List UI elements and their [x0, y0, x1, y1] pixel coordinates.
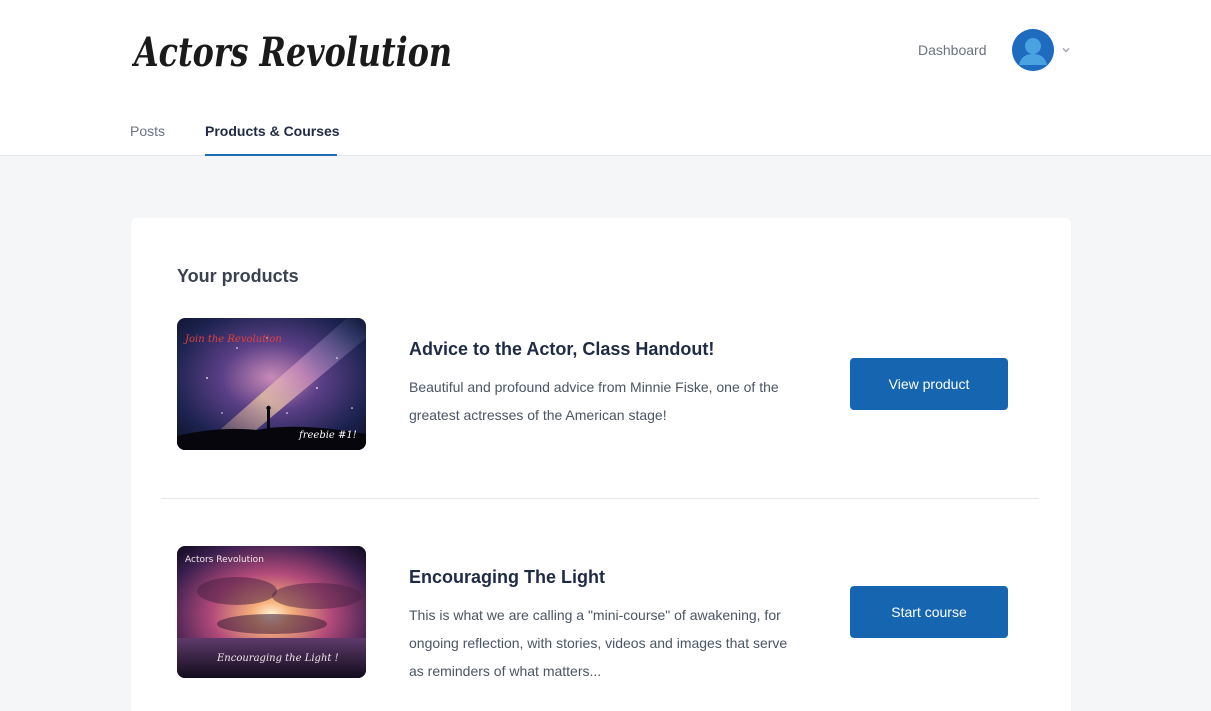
dashboard-link[interactable]: Dashboard	[918, 40, 987, 60]
start-course-button[interactable]: Start course	[850, 586, 1008, 638]
section-title: Your products	[177, 266, 299, 286]
products-card: Your products Join the Revolution freebi…	[131, 218, 1071, 711]
tab-posts[interactable]: Posts	[130, 122, 165, 140]
user-avatar-icon[interactable]	[1012, 29, 1054, 71]
chevron-down-icon[interactable]	[1060, 44, 1072, 56]
product-title[interactable]: Encouraging The Light	[409, 566, 605, 588]
tab-products-courses[interactable]: Products & Courses	[205, 122, 340, 140]
product-description: Beautiful and profound advice from Minni…	[409, 379, 779, 423]
active-tab-indicator	[205, 154, 337, 156]
thumb-caption-top: Actors Revolution	[185, 555, 264, 565]
thumb-caption-top: Join the Revolution	[183, 334, 282, 345]
thumb-caption-bottom: Encouraging the Light !	[216, 653, 339, 664]
divider	[161, 498, 1039, 499]
logo[interactable]: Actors Revolution	[132, 22, 458, 78]
product-thumbnail[interactable]: Join the Revolution freebie #1!	[177, 318, 366, 450]
product-item: Actors Revolution Encouraging the Light …	[131, 546, 1071, 711]
product-description: This is what we are calling a "mini-cour…	[409, 607, 788, 679]
thumb-caption-bottom: freebie #1!	[298, 430, 357, 441]
logo-wordmark: Actors Revolution	[132, 29, 452, 76]
product-item: Join the Revolution freebie #1! Advice t…	[131, 318, 1071, 498]
view-product-button[interactable]: View product	[850, 358, 1008, 410]
product-title[interactable]: Advice to the Actor, Class Handout!	[409, 338, 714, 360]
product-thumbnail[interactable]: Actors Revolution Encouraging the Light …	[177, 546, 366, 678]
top-navigation: Actors Revolution Dashboard Posts Produc…	[0, 0, 1211, 156]
logo-text: Actors Revolution	[132, 29, 452, 76]
